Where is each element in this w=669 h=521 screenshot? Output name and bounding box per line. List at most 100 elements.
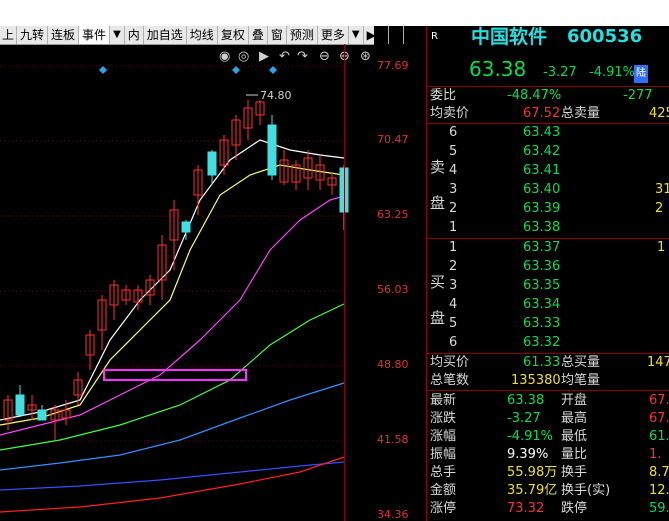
stock-code: 600536 [567,26,643,47]
stat-label: 换手(实) [561,483,611,498]
axis-tick-label: 56.03 [377,283,409,296]
sell-level: 4 [449,163,458,178]
buy-price: 63.35 [523,278,561,293]
price-change: -3.27 [543,65,577,80]
undo-icon[interactable]: ↶ [279,49,290,64]
annotation-box[interactable] [103,369,247,381]
weibi-value: -48.47% [507,88,562,103]
toolbar-left-edge: 上 [0,26,18,44]
last-price: 63.38 [469,57,527,81]
quote-row: 4 63.34 [427,296,669,314]
event-marker-icon[interactable] [269,66,277,74]
stat-label: 跌停 [561,501,588,516]
avg-buy-value: 61.33 [523,355,561,370]
stat-value: -4.91% [507,429,553,444]
quote-row: 最新 63.38 开盘 67. [427,392,669,410]
stat-value: 1. [649,447,662,462]
toolbar-item-6[interactable]: 复权 [218,26,249,44]
toolbar-item-3[interactable]: 内 [125,26,144,44]
quote-panel: R 中国软件 600536 63.38 -3.27 -4.91% 陆 委比 -48… [427,26,669,521]
buy-qty: 1 [657,240,666,255]
toolbar-item-0[interactable]: 九转 [17,26,49,44]
buy-level: 2 [449,259,458,274]
stat-label: 金额 [430,483,457,498]
quote-row: 总手 55.98万 换手 8.7 [427,464,669,482]
quote-row: 金额 35.79亿换手(实) 12.4 [427,482,669,500]
sell-level: 2 [449,201,458,216]
quote-row: 振幅 9.39% 量比 1. [427,446,669,464]
total-trades-label: 总笔数 [430,373,470,388]
stat-label: 最新 [430,393,457,408]
quote-row: 总笔数 135380 均笔量 [427,372,669,390]
candle-body [37,409,47,421]
sell-price: 63.39 [523,201,561,216]
quote-row: 6 63.43 [427,124,669,142]
panel-separator [427,390,669,391]
window-top-band [0,0,669,26]
sell-price: 63.38 [523,220,561,235]
dropdown-arrow-icon[interactable]: ▼ [110,26,125,44]
toolbar-item-7[interactable]: 叠 [249,26,268,44]
kline-chart[interactable]: ◉ ◎ ▶ ↶ ↷ ⊖ ⊕ ⊛74.80 [0,44,374,521]
axis-tick-label: 34.36 [377,508,409,521]
sell-price: 63.43 [523,125,561,140]
axis-tick-label: 77.69 [377,59,409,72]
sell-level: 3 [449,182,458,197]
toolbar-item-10[interactable]: 更多 [318,26,349,44]
stat-value: 67. [649,393,669,408]
play-icon[interactable]: ▶ [259,49,269,64]
eye-icon[interactable]: ◉ [219,49,230,64]
toolbar-item-9[interactable]: 预测 [287,26,318,44]
stat-label: 涨幅 [430,429,457,444]
dropdown-arrow-icon[interactable]: ▼ [349,26,364,44]
exchange-badge: 陆 [634,65,648,83]
buy-level: 3 [449,278,458,293]
stat-label: 换手 [561,465,588,480]
stat-value: 55.98万 [507,465,558,480]
axis-tick-label: 63.25 [377,208,409,221]
weibi-label: 委比 [430,88,457,103]
stat-label: 量比 [561,447,588,462]
stat-value: 59. [649,501,669,516]
buy-price: 63.33 [523,316,561,331]
stat-label: 最高 [561,411,588,426]
toolbar-item-8[interactable]: 窗 [268,26,287,44]
buy-price: 63.36 [523,259,561,274]
quote-row: 4 63.41 [427,162,669,180]
quote-row: 3 63.35 [427,277,669,295]
sell-level: 1 [449,220,458,235]
stat-value: 63.38 [507,393,545,408]
stat-value: 8.7 [649,465,669,480]
stat-value: 35.79亿 [507,483,558,498]
quote-row: 委比 -48.47% -277 [427,87,669,105]
buy-level: 4 [449,297,458,312]
quote-row: 涨跌 -3.27 最高 67. [427,410,669,428]
pin-icon[interactable]: ▶▍ [364,26,390,44]
quote-row: 2 63.36 [427,258,669,276]
ma60-line [0,382,345,471]
toolbar-item-1[interactable]: 连板 [48,26,80,44]
axis-tick-label: 70.47 [377,133,409,146]
candle-body [15,394,25,416]
sell-level: 5 [449,144,458,159]
high-marker-label: 74.80 [260,89,292,102]
quote-row: 5 63.33 [427,315,669,333]
ma120-line [0,461,345,491]
ma30-line [0,303,345,451]
axis-tick-label: 48.80 [377,358,409,371]
minus-icon[interactable]: ⊖ [319,49,330,64]
candle-body [267,124,277,176]
toolbar-item-2[interactable]: 事件 [79,26,111,44]
event-marker-icon[interactable] [99,66,107,74]
total-sell-value: 425 [649,106,669,121]
dropdown-arrow-icon[interactable]: ▼ [389,26,404,44]
redo-icon[interactable]: ↷ [297,49,309,64]
toolbar-item-5[interactable]: 均线 [187,26,218,44]
stat-value: -3.27 [507,411,541,426]
event-marker-icon[interactable] [232,66,240,74]
eye-crossed-icon[interactable]: ◎ [238,49,249,64]
r-label: R [431,31,438,42]
stat-value: 67. [649,411,669,426]
stat-label: 最低 [561,429,588,444]
toolbar-item-4[interactable]: 加自选 [144,26,187,44]
